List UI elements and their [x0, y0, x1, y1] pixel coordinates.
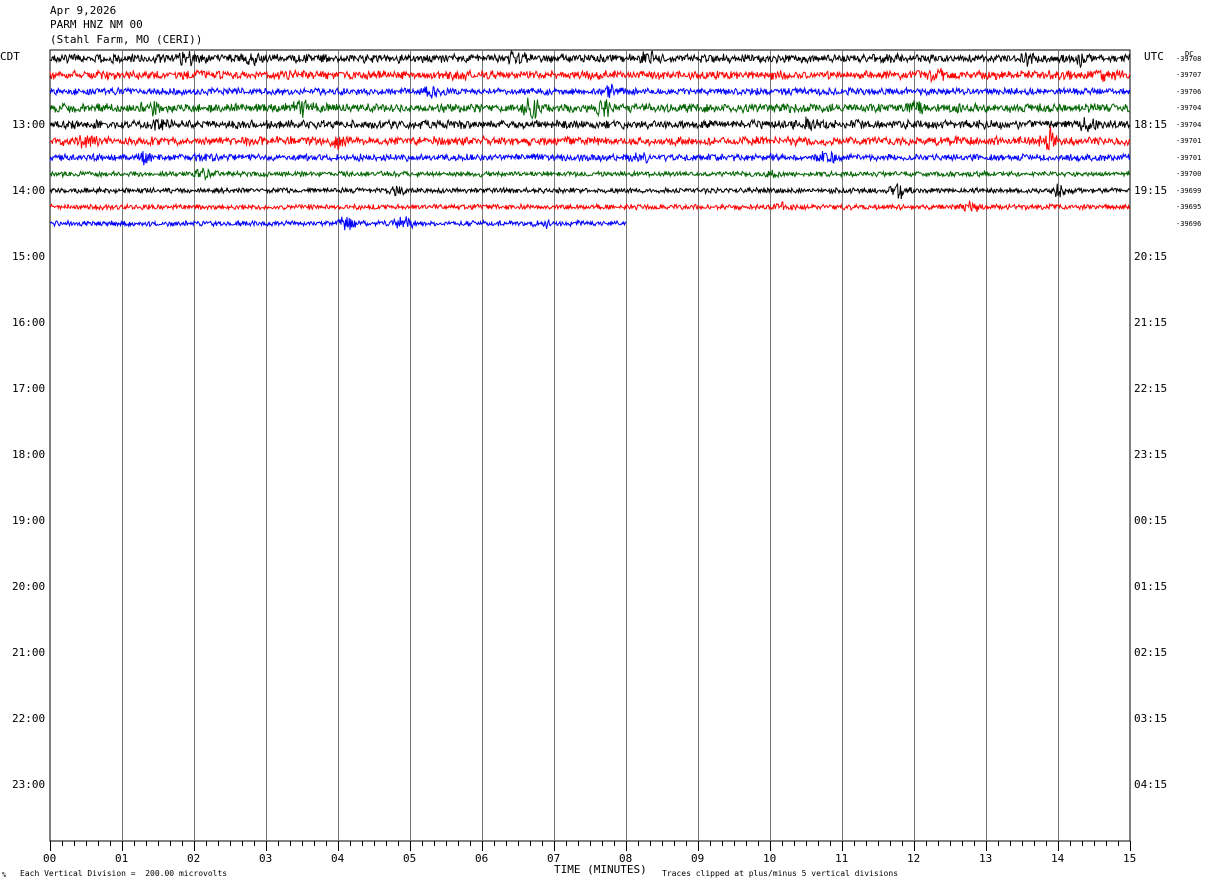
clip-note: Traces clipped at plus/minus 5 vertical … [662, 869, 899, 878]
dc-offset-label: -39704 [1176, 120, 1202, 129]
left-hour-label: 18:00 [12, 448, 46, 461]
right-hour-label: 02:15 [1134, 646, 1168, 659]
dc-offset-label: -39704 [1176, 104, 1202, 112]
dc-offset-label: -39701 [1176, 153, 1202, 162]
seismogram-trace [49, 97, 1131, 120]
dc-offset-label: -39707 [1176, 71, 1202, 79]
left-hour-label: 19:00 [12, 514, 46, 527]
x-tick-label: 05 [403, 852, 417, 865]
seismogram-trace [49, 167, 1131, 182]
x-tick-label: 11 [835, 852, 849, 865]
seismogram-trace [49, 126, 1131, 151]
left-hour-label: 15:00 [12, 250, 46, 263]
x-tick-label: 03 [259, 852, 273, 865]
helicorder-plot [49, 49, 1131, 851]
seismogram-trace [49, 183, 1131, 200]
dc-offset-label: -39700 [1176, 170, 1202, 178]
left-hour-label: 22:00 [12, 712, 46, 725]
x-tick-label: 14 [1051, 852, 1065, 865]
x-tick-label: 10 [763, 852, 777, 865]
seismogram-trace [49, 49, 1131, 68]
right-hour-label: 01:15 [1134, 580, 1168, 593]
seismogram-trace [49, 83, 1131, 99]
seismogram-trace [49, 150, 1131, 166]
right-hour-label: 19:15 [1134, 184, 1168, 197]
dc-offset-label: -39701 [1176, 137, 1202, 145]
corner-mark: % [2, 871, 7, 879]
right-hour-label: 18:15 [1134, 118, 1168, 131]
right-hour-label: 00:15 [1134, 514, 1168, 527]
x-tick-label: 01 [115, 852, 129, 865]
x-tick-label: 06 [475, 852, 489, 865]
seismogram-trace [49, 200, 1131, 213]
x-tick-label: 04 [331, 852, 345, 865]
x-tick-label: 02 [187, 852, 201, 865]
x-tick-label: 15 [1123, 852, 1137, 865]
left-hour-label: 16:00 [12, 316, 46, 329]
plot-frame [49, 49, 1131, 842]
right-hour-label: 03:15 [1134, 712, 1168, 725]
right-hour-label: 20:15 [1134, 250, 1168, 263]
x-tick-label: 09 [691, 852, 705, 865]
right-hour-label: 04:15 [1134, 778, 1168, 791]
left-hour-label: 17:00 [12, 382, 46, 395]
left-hour-label: 13:00 [12, 118, 46, 131]
right-hour-label: 21:15 [1134, 316, 1168, 329]
left-hour-label: 21:00 [12, 646, 46, 659]
scale-note: Each Vertical Division = 200.00 microvol… [20, 869, 228, 878]
right-hour-label: 23:15 [1134, 448, 1168, 461]
right-hour-label: 22:15 [1134, 382, 1168, 395]
x-tick-label: 00 [43, 852, 57, 865]
x-axis-title: TIME (MINUTES) [554, 863, 647, 876]
left-hour-label: 23:00 [12, 778, 46, 791]
dc-offset-label: -39708 [1176, 54, 1202, 63]
seismogram-trace [49, 116, 1131, 133]
seismogram-trace [49, 67, 1131, 84]
dc-offset-label: -39706 [1176, 87, 1202, 96]
dc-offset-label: -39695 [1176, 203, 1202, 211]
dc-offset-label: -39699 [1176, 186, 1202, 195]
x-tick-label: 12 [907, 852, 921, 865]
left-hour-label: 14:00 [12, 184, 46, 197]
dc-offset-label: -39696 [1176, 219, 1202, 228]
left-hour-label: 20:00 [12, 580, 46, 593]
x-tick-label: 13 [979, 852, 993, 865]
